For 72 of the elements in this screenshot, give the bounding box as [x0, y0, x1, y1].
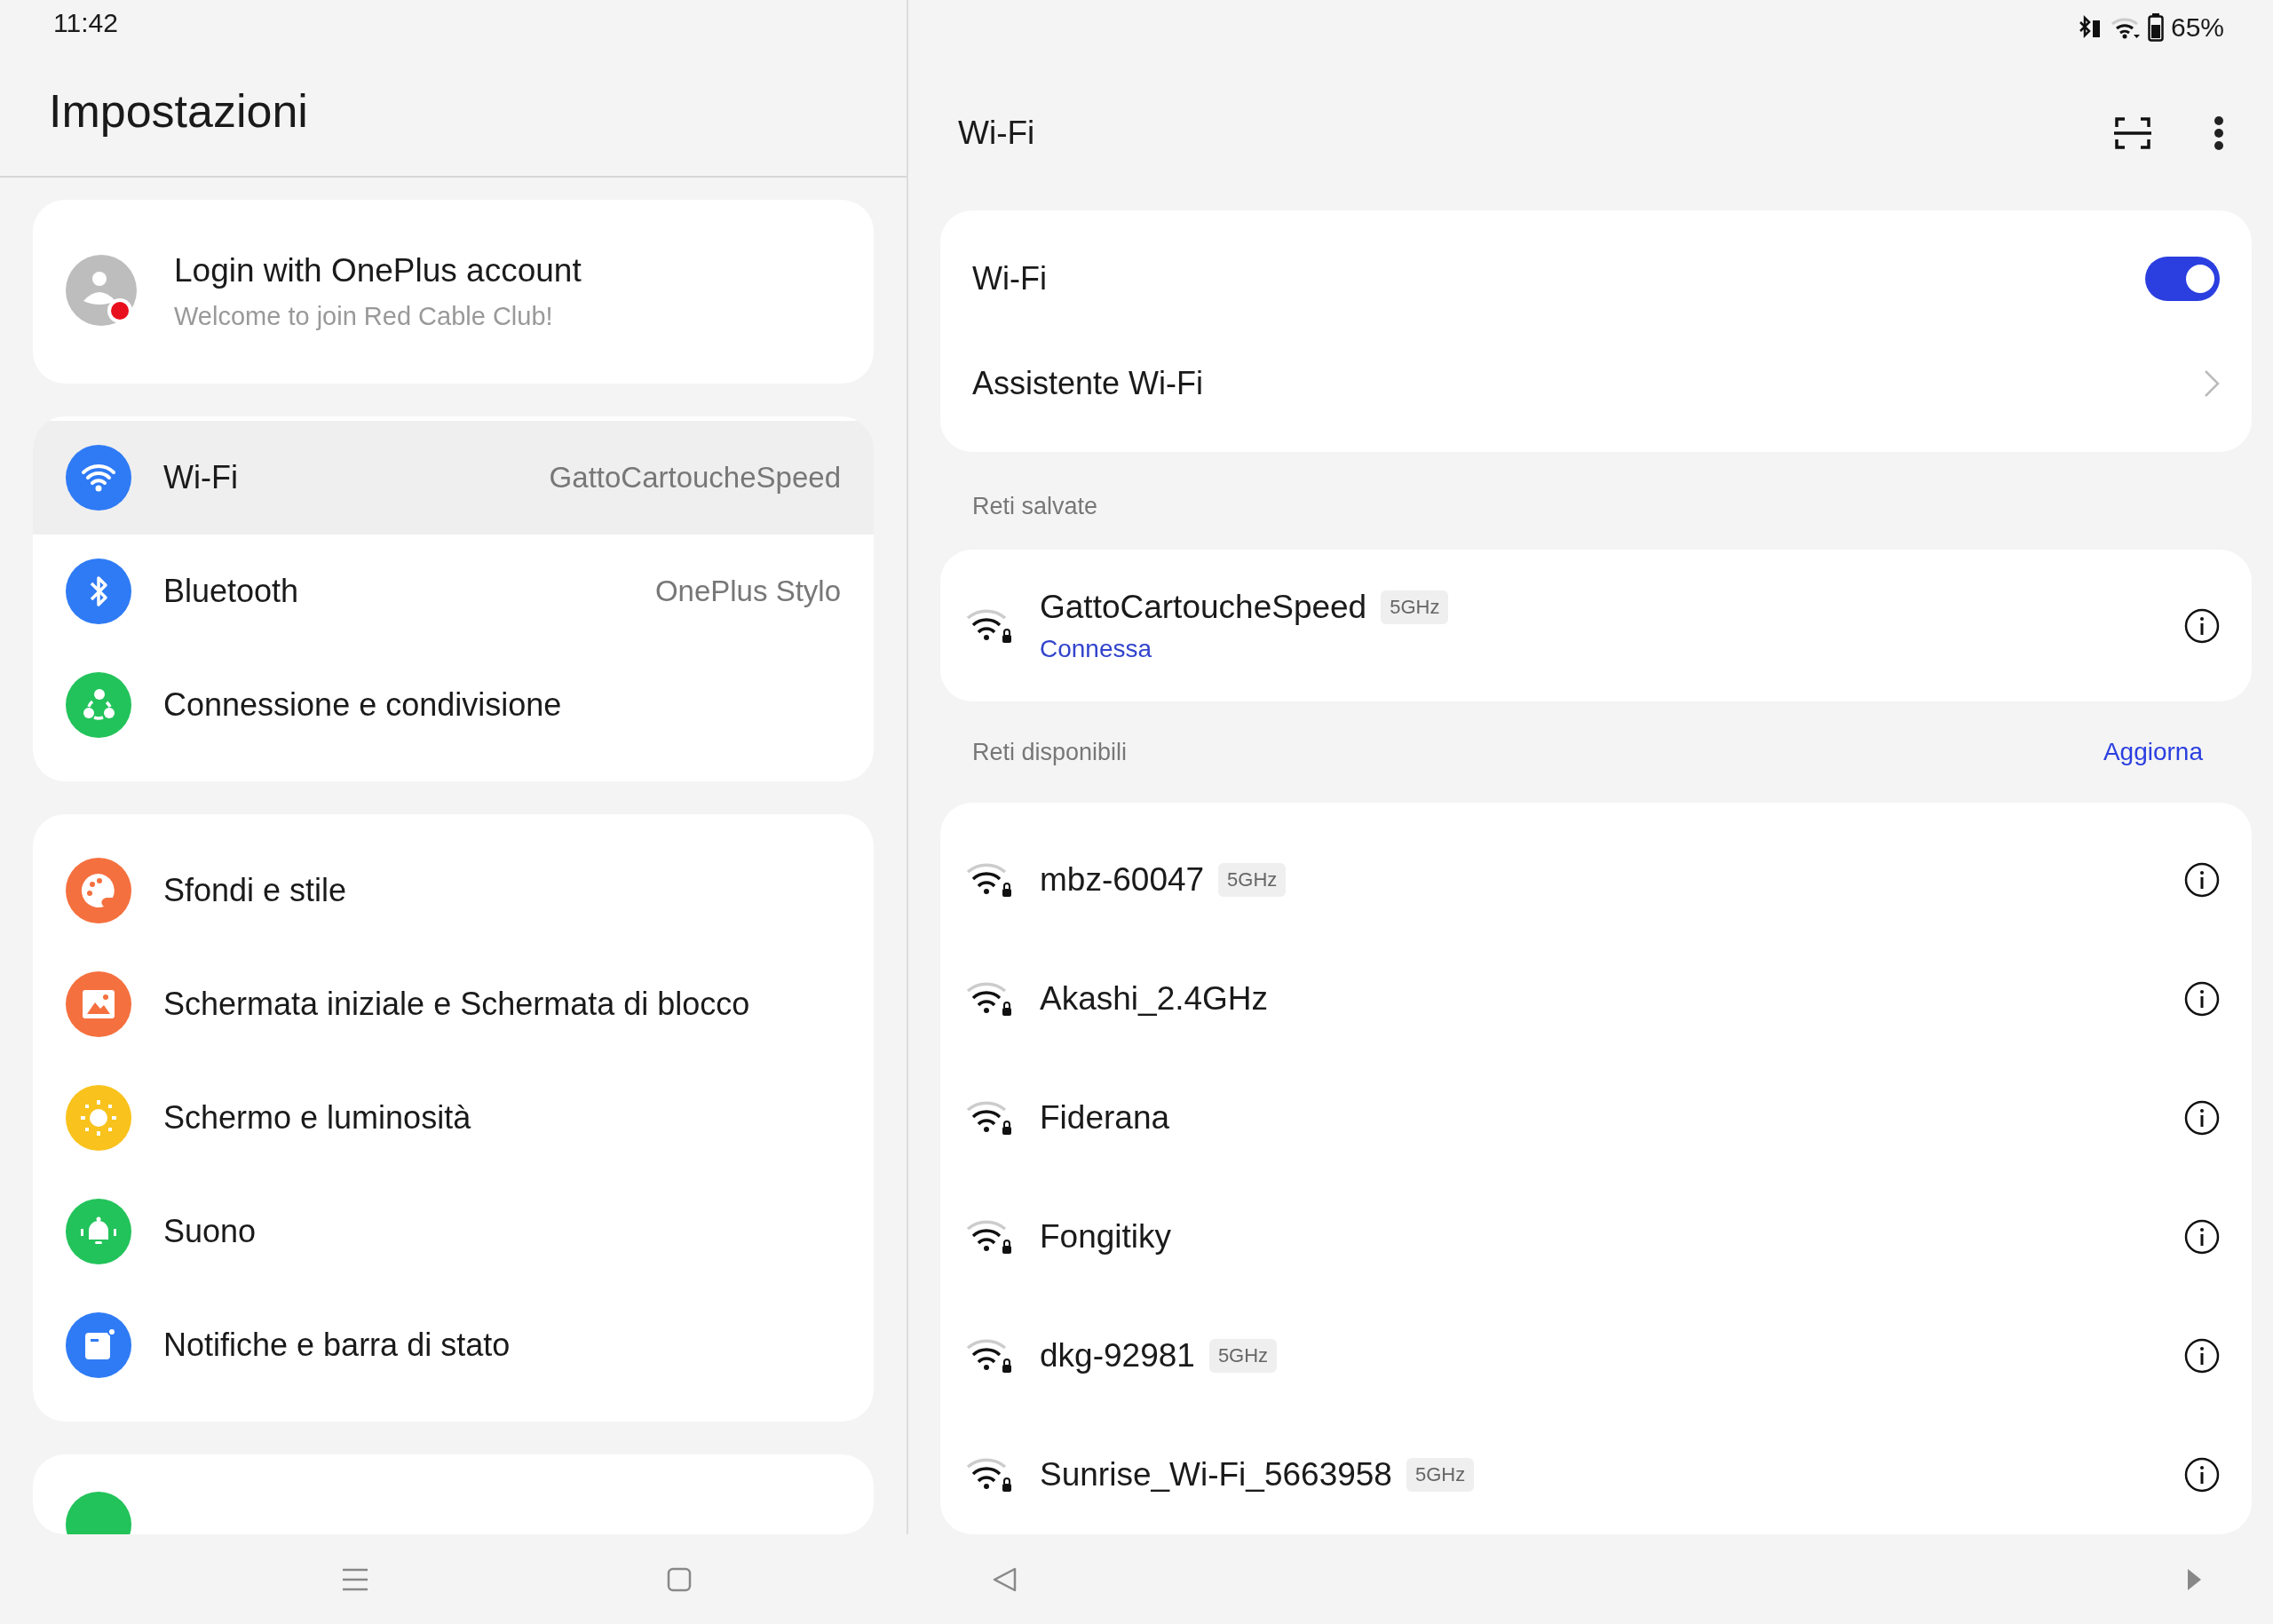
info-icon[interactable] — [2184, 1457, 2220, 1493]
play-icon[interactable] — [2186, 1567, 2202, 1591]
network-item[interactable]: Fongitiky — [940, 1177, 2252, 1296]
wifi-assistant-item[interactable]: Assistente Wi-Fi — [940, 331, 2252, 436]
account-card[interactable]: Login with OnePlus account Welcome to join Red Cable Club! — [33, 200, 874, 384]
section-heading: Reti salvate — [972, 492, 1098, 520]
settings-item[interactable]: Suono — [33, 1175, 874, 1288]
wifi-lock-icon — [965, 861, 1013, 899]
account-title: Login with OnePlus account — [174, 252, 582, 289]
sun-icon — [66, 1085, 131, 1151]
home-icon[interactable] — [667, 1566, 692, 1592]
info-icon[interactable] — [2184, 981, 2220, 1017]
settings-item[interactable]: Sfondi e stile — [33, 834, 874, 947]
status-time: 11:42 — [53, 7, 118, 38]
network-name: Sunrise_Wi-Fi_5663958 — [1040, 1456, 1392, 1493]
network-item[interactable]: Fiderana — [940, 1058, 2252, 1177]
band-tag: 5GHz — [1381, 590, 1449, 624]
menu-icon[interactable] — [342, 1567, 368, 1591]
info-icon[interactable] — [2184, 1100, 2220, 1136]
account-subtitle: Welcome to join Red Cable Club! — [174, 302, 554, 331]
network-name: Akashi_2.4GHz — [1040, 980, 1269, 1018]
image-icon — [66, 971, 131, 1037]
chevron-right-icon — [2204, 369, 2220, 398]
refresh-link[interactable]: Aggiorna — [2103, 738, 2203, 766]
wifi-lock-icon — [965, 606, 1013, 645]
info-icon[interactable] — [2184, 862, 2220, 898]
page-title: Wi-Fi — [958, 114, 1036, 152]
share-icon — [66, 672, 131, 738]
settings-item[interactable]: Bluetooth OnePlus Stylo — [33, 535, 874, 648]
connection-status: Connessa — [1040, 634, 1153, 663]
network-name: dkg-92981 — [1040, 1337, 1195, 1374]
more-options-icon[interactable] — [2214, 115, 2224, 151]
settings-item[interactable]: Notifiche e barra di stato — [33, 1288, 874, 1402]
settings-item[interactable]: Schermo e luminosità — [33, 1061, 874, 1175]
back-icon[interactable] — [992, 1565, 1018, 1593]
notification-icon — [66, 1312, 131, 1378]
wifi-icon — [66, 445, 131, 511]
wifi-toggle-label: Wi-Fi — [972, 260, 1047, 297]
info-icon[interactable] — [2184, 1338, 2220, 1374]
network-item[interactable]: Akashi_2.4GHz — [940, 939, 2252, 1058]
network-item[interactable]: GattoCartoucheSpeed 5GHz Connessa — [940, 550, 2252, 701]
network-name: Fongitiky — [1040, 1218, 1172, 1256]
bluetooth-icon — [66, 558, 131, 624]
network-item[interactable]: dkg-92981 5GHz — [940, 1296, 2252, 1415]
battery-percentage: 65% — [2170, 12, 2224, 43]
info-icon[interactable] — [2184, 1219, 2220, 1255]
settings-item[interactable]: Schermata iniziale e Schermata di blocco — [33, 947, 874, 1061]
band-tag: 5GHz — [1406, 1458, 1475, 1492]
network-item[interactable]: mbz-60047 5GHz — [940, 820, 2252, 939]
settings-item-value: GattoCartoucheSpeed — [549, 461, 841, 495]
wifi-toggle[interactable] — [2145, 257, 2220, 301]
wifi-lock-icon — [965, 1456, 1013, 1493]
battery-icon — [2147, 13, 2164, 42]
band-tag: 5GHz — [1218, 863, 1287, 897]
wifi-lock-icon — [965, 1337, 1013, 1374]
network-item[interactable]: Sunrise_Wi-Fi_5663958 5GHz — [940, 1415, 2252, 1534]
band-tag: 5GHz — [1208, 1339, 1278, 1373]
settings-item-value: OnePlus Stylo — [654, 574, 841, 608]
wifi-lock-icon — [965, 1218, 1013, 1256]
network-name: mbz-60047 — [1040, 861, 1205, 899]
page-title: Impostazioni — [49, 83, 308, 138]
palette-icon — [66, 858, 131, 923]
network-name: Fiderana — [1040, 1099, 1170, 1137]
section-heading: Reti disponibili — [972, 738, 1128, 766]
bell-icon — [66, 1199, 131, 1264]
network-name: GattoCartoucheSpeed — [1040, 588, 1367, 626]
wifi-lock-icon — [965, 1099, 1013, 1137]
scan-icon[interactable] — [2114, 115, 2151, 150]
settings-item[interactable]: Wi-Fi GattoCartoucheSpeed — [33, 421, 874, 535]
info-icon[interactable] — [2184, 607, 2220, 644]
settings-item[interactable]: Connessione e condivisione — [33, 648, 874, 762]
wifi-lock-icon — [965, 980, 1013, 1018]
